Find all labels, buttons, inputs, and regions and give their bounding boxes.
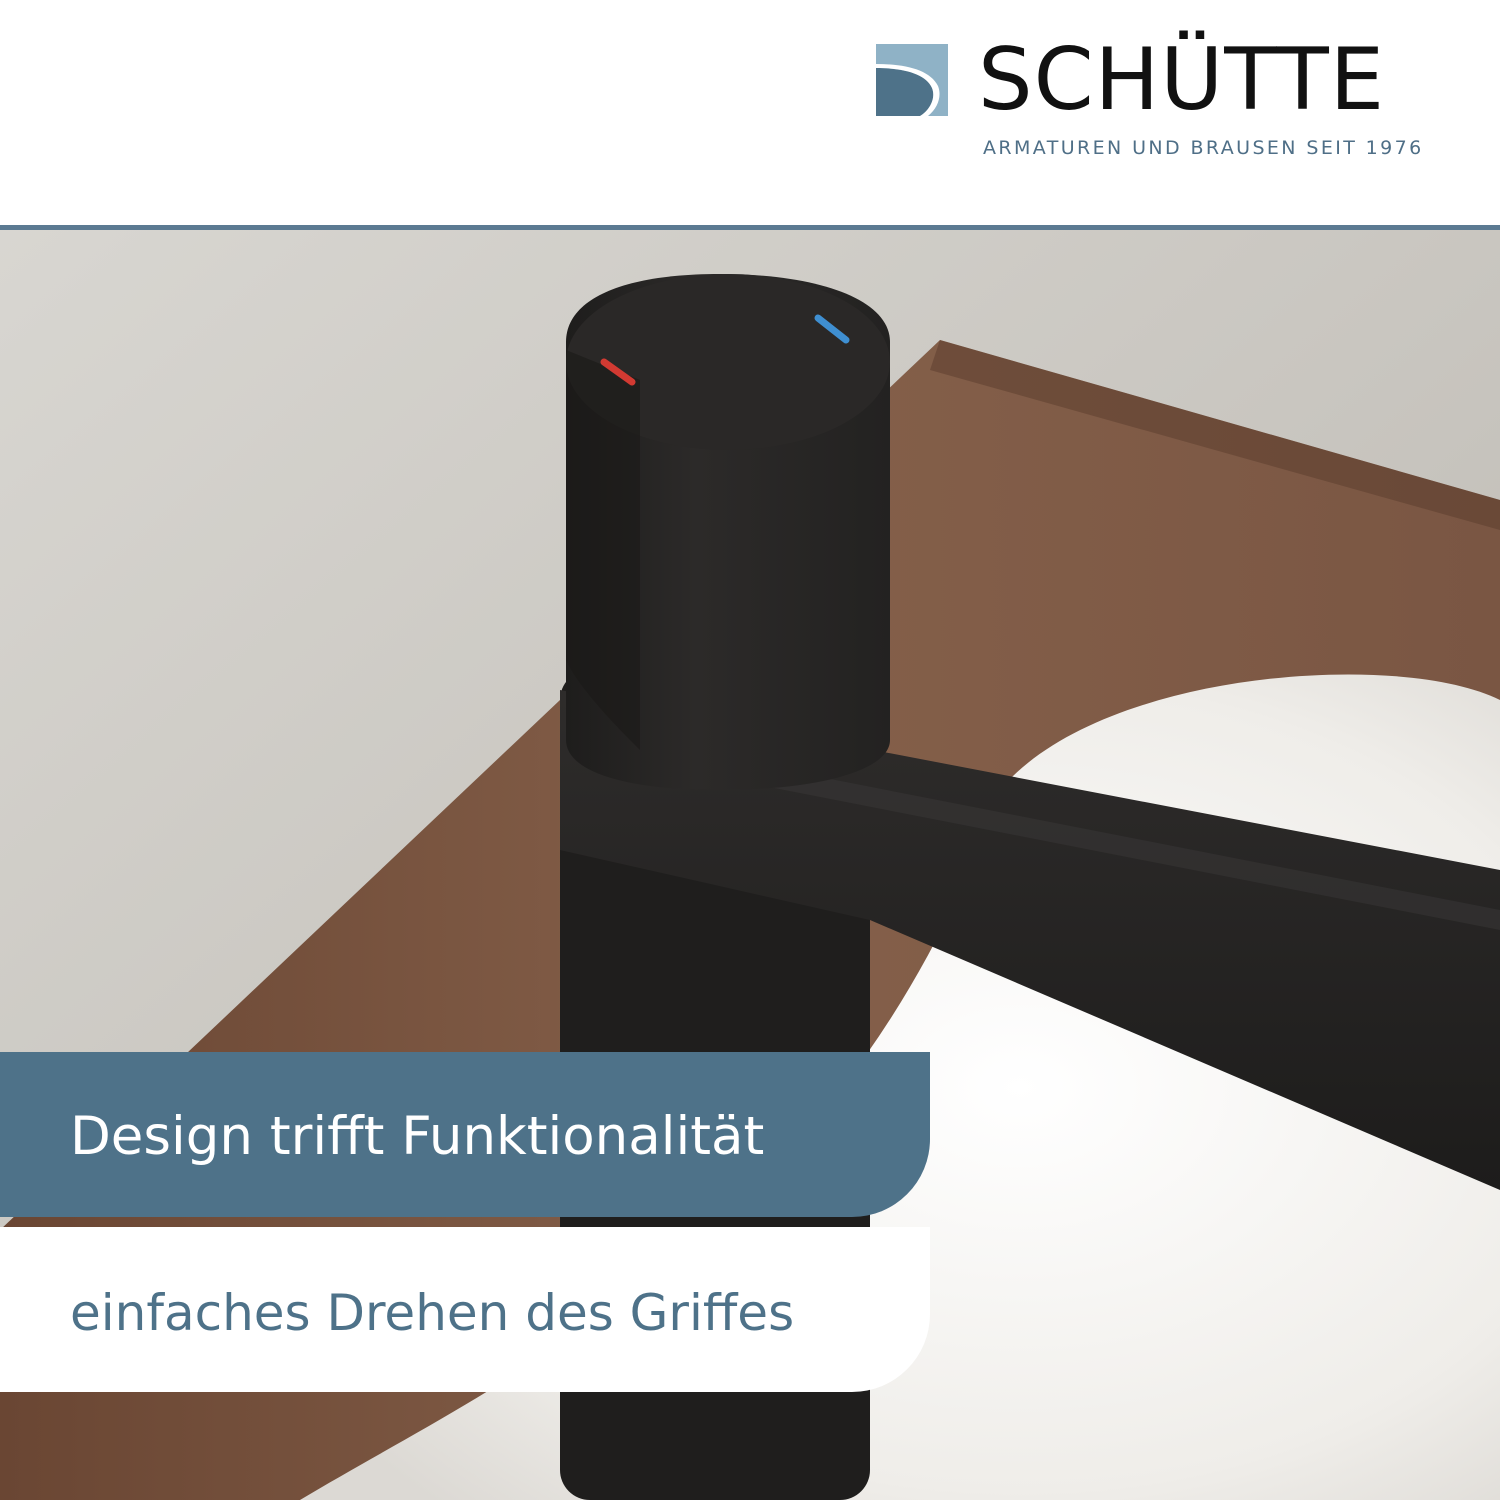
product-image: SCHÜTTE ARMATUREN UND BRAUSEN SEIT 1976 [0, 0, 1500, 1500]
brand-tagline: ARMATUREN UND BRAUSEN SEIT 1976 [983, 137, 1424, 159]
s-wave-logo-icon [876, 44, 948, 116]
brand-name: SCHÜTTE [978, 30, 1386, 130]
feature-headline: Design trifft Funktionalität [70, 1106, 765, 1167]
brand-header: SCHÜTTE ARMATUREN UND BRAUSEN SEIT 1976 [0, 0, 1500, 226]
feature-subline: einfaches Drehen des Griffes [70, 1284, 795, 1342]
